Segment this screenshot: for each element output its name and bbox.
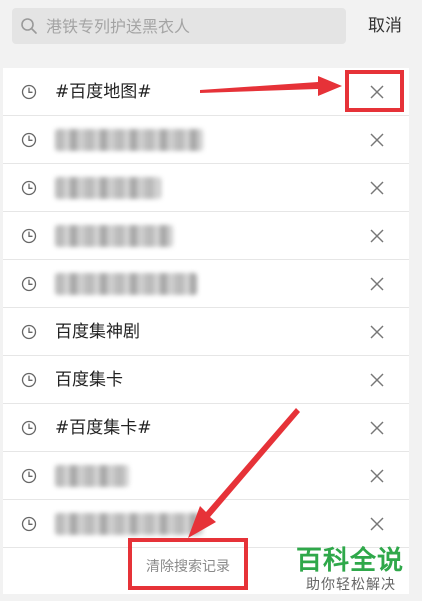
search-input[interactable] [46, 8, 336, 44]
history-item-blurred-text [55, 177, 161, 199]
delete-history-button[interactable] [361, 508, 393, 540]
delete-history-button[interactable] [361, 220, 393, 252]
history-item[interactable] [3, 260, 409, 308]
history-item-blurred-text [55, 513, 203, 535]
history-item-label: 百度集卡 [55, 370, 123, 390]
clock-icon [21, 420, 37, 436]
close-icon [370, 277, 384, 291]
history-item-blurred-text [55, 465, 129, 487]
close-icon [370, 133, 384, 147]
history-item-label: #百度集卡# [55, 418, 152, 438]
history-item[interactable]: #百度集卡# [3, 404, 409, 452]
clock-icon [21, 132, 37, 148]
watermark-title: 百科全说 [296, 546, 405, 576]
history-item-blurred-text [55, 129, 203, 151]
clock-icon [21, 276, 37, 292]
history-item[interactable]: 百度集神剧 [3, 308, 409, 356]
watermark-logo: 百科全说 助你轻松解决 [296, 540, 416, 596]
delete-history-button[interactable] [361, 316, 393, 348]
watermark-subtitle: 助你轻松解决 [306, 577, 396, 593]
delete-history-button[interactable] [361, 124, 393, 156]
delete-history-button[interactable] [361, 460, 393, 492]
close-icon [370, 325, 384, 339]
cancel-button[interactable]: 取消 [356, 8, 414, 44]
clock-icon [21, 84, 37, 100]
clock-icon [21, 468, 37, 484]
history-item-label: #百度地图# [55, 82, 152, 102]
history-item[interactable] [3, 212, 409, 260]
history-item[interactable]: 百度集卡 [3, 356, 409, 404]
close-icon [370, 517, 384, 531]
history-item-blurred-text [55, 273, 197, 295]
close-icon [370, 373, 384, 387]
close-icon [370, 181, 384, 195]
close-icon [370, 469, 384, 483]
clock-icon [21, 180, 37, 196]
history-item-blurred-text [55, 225, 173, 247]
history-item[interactable] [3, 116, 409, 164]
history-item-label: 百度集神剧 [55, 322, 140, 342]
clear-history-button[interactable]: 清除搜索记录 [128, 540, 248, 586]
close-icon [370, 421, 384, 435]
history-item[interactable]: #百度地图# [3, 68, 409, 116]
delete-history-button[interactable] [361, 172, 393, 204]
search-history-list: #百度地图# 百度集神剧百度集卡 #百度集卡# [3, 68, 409, 548]
search-icon [21, 18, 37, 34]
history-item[interactable] [3, 452, 409, 500]
delete-history-button[interactable] [361, 76, 393, 108]
delete-history-button[interactable] [361, 268, 393, 300]
delete-history-button[interactable] [361, 364, 393, 396]
search-box[interactable] [12, 8, 346, 44]
close-icon [370, 229, 384, 243]
clock-icon [21, 324, 37, 340]
search-header: 取消 [0, 0, 422, 60]
clock-icon [21, 228, 37, 244]
clock-icon [21, 372, 37, 388]
delete-history-button[interactable] [361, 412, 393, 444]
history-item[interactable] [3, 164, 409, 212]
clock-icon [21, 516, 37, 532]
close-icon [370, 85, 384, 99]
